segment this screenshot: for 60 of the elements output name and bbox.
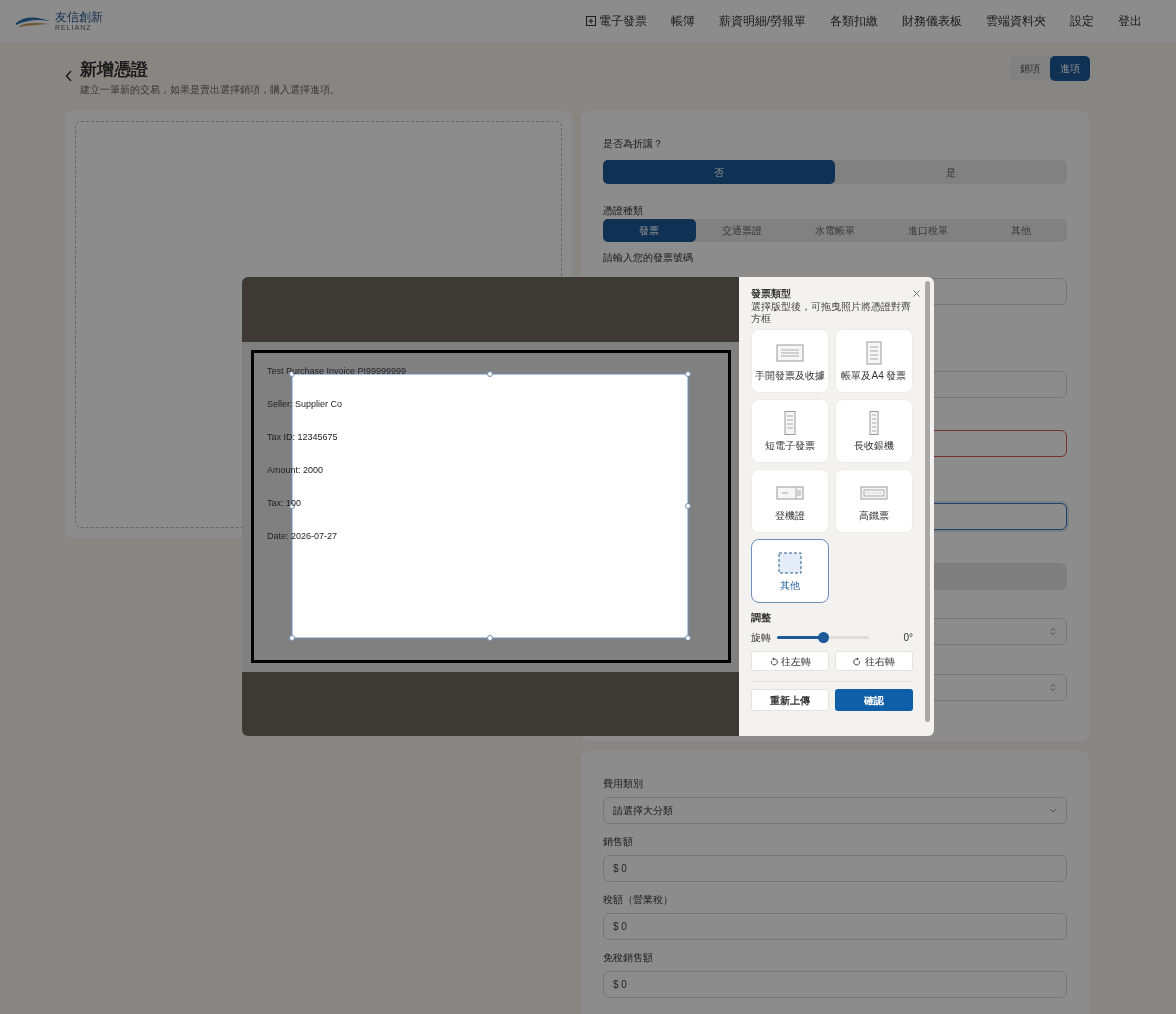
rotate-icon: [769, 656, 778, 666]
reupload-button[interactable]: 重新上傳: [751, 689, 829, 711]
template-option[interactable]: 其他: [751, 539, 829, 603]
voucher-type-tab[interactable]: 發票: [603, 219, 696, 242]
nav-link[interactable]: 帳簿: [670, 12, 695, 30]
nav-link[interactable]: 設定: [1070, 12, 1094, 30]
mode-tab[interactable]: 進項: [1050, 56, 1090, 81]
document-text: Test Purchase Invoice PI99999999: [267, 364, 407, 377]
rotation-value: 0°: [903, 630, 913, 645]
panel-subtitle: 選擇版型後，可拖曳照片將憑證對齊方框: [751, 301, 912, 325]
updown-chevron-icon: [1050, 627, 1056, 636]
field-label: 稅額（營業稅）: [603, 894, 674, 906]
field-label: 憑證種類: [603, 205, 644, 217]
field-label: 是否為折讓？: [603, 138, 664, 150]
chevron-down-icon: [1049, 808, 1057, 813]
rotate-icon: [853, 656, 862, 666]
brand-name: 友信創新: [55, 11, 103, 23]
segment-option[interactable]: 是: [835, 160, 1067, 184]
close-icon[interactable]: [913, 290, 920, 297]
panel-title: 發票類型: [751, 287, 792, 300]
field-label: 請輸入您的發票號碼: [603, 252, 694, 264]
template-option[interactable]: 長收銀機: [835, 399, 913, 463]
scrollbar-thumb[interactable]: [925, 281, 930, 722]
input-field[interactable]: $ 0: [603, 913, 1067, 940]
section-title: 調整: [751, 611, 772, 624]
slider-label: 旋轉: [751, 630, 772, 645]
template-option[interactable]: 高鐵票: [835, 469, 913, 533]
field-label: 費用類別: [603, 778, 644, 790]
template-option[interactable]: 手開發票及收據: [751, 329, 829, 393]
nav-link[interactable]: 登出: [1118, 12, 1142, 30]
template-option[interactable]: 帳單及A4 發票: [835, 329, 913, 393]
confirm-button[interactable]: 確認: [835, 689, 913, 711]
updown-chevron-icon: [1050, 683, 1056, 692]
document-icon: [776, 550, 804, 575]
nav-link[interactable]: 財務儀表板: [902, 12, 962, 30]
logo-icon: [15, 14, 51, 28]
rotate-button[interactable]: 往右轉: [835, 651, 913, 671]
field-label: 免稅銷售額: [603, 952, 654, 964]
nav-link[interactable]: 各類扣繳: [830, 12, 878, 30]
voucher-type-tab[interactable]: 進口稅單: [881, 219, 975, 242]
slider-thumb[interactable]: [818, 631, 829, 643]
page-title: 新增憑證: [80, 59, 149, 81]
nav-link[interactable]: 雲端資料夾: [986, 12, 1046, 30]
nav-link[interactable]: 薪資明細/勞報單: [718, 12, 806, 30]
mode-tab[interactable]: 銷項: [1010, 56, 1050, 81]
template-option[interactable]: 短電子發票: [751, 399, 829, 463]
template-option[interactable]: 登機證: [751, 469, 829, 533]
back-chevron-icon[interactable]: [65, 70, 73, 82]
voucher-type-tab[interactable]: 其他: [974, 219, 1067, 242]
select-field[interactable]: 請選擇大分類: [603, 797, 1067, 824]
field-label: 銷售額: [603, 836, 634, 848]
nav-link[interactable]: 電子發票: [585, 12, 647, 30]
voucher-type-tab[interactable]: 交通票證: [695, 219, 789, 242]
document-text: Seller: Supplier Co: [267, 397, 344, 410]
input-field[interactable]: $ 0: [603, 971, 1067, 998]
rotate-button[interactable]: 往左轉: [751, 651, 829, 671]
segment-option[interactable]: 否: [603, 160, 835, 184]
input-field[interactable]: $ 0: [603, 855, 1067, 882]
voucher-type-tab[interactable]: 水電帳單: [788, 219, 882, 242]
document-text: Tax: 100: [267, 496, 303, 509]
